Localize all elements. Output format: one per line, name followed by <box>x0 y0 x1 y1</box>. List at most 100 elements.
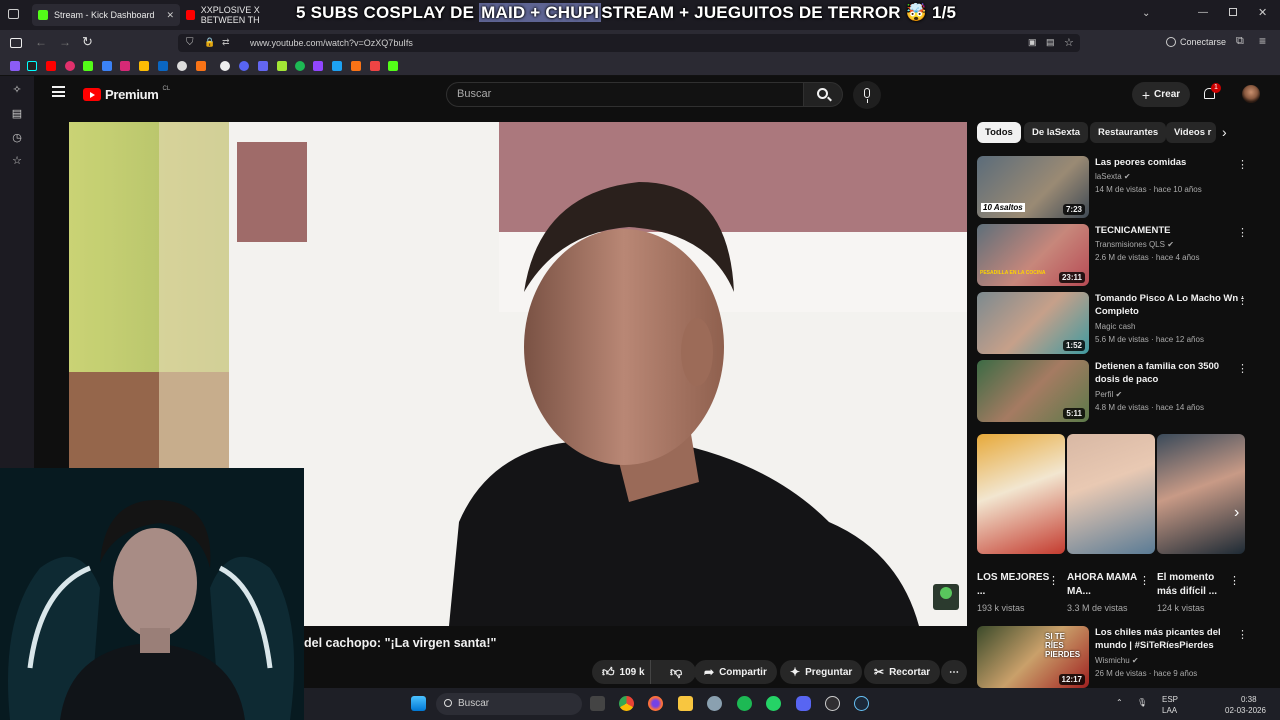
video-thumbnail[interactable]: SI TE RÍES PIERDES 12:17 <box>977 626 1089 688</box>
short-thumbnail[interactable] <box>1157 434 1245 554</box>
video-title[interactable]: Tomando Pisco A Lo Macho Wn - Completo <box>1095 293 1245 318</box>
tab-youtube[interactable]: XXPLOSIVE X BETWEEN TH <box>186 4 306 26</box>
notifications-button[interactable]: 1 <box>1202 83 1221 103</box>
discord-icon[interactable] <box>796 696 811 711</box>
bookmark-icon[interactable] <box>102 61 112 71</box>
recommended-video[interactable]: SI TE RÍES PIERDES 12:17 Los chiles más … <box>977 626 1267 688</box>
bookmark-icon[interactable] <box>332 61 342 71</box>
video-thumbnail[interactable]: 10 Asaltos 7:23 <box>977 156 1089 218</box>
kick-icon[interactable] <box>388 61 398 71</box>
recommended-video[interactable]: 1:52 Tomando Pisco A Lo Macho Wn - Compl… <box>977 292 1267 354</box>
firefox-icon[interactable] <box>648 696 663 711</box>
recommended-video[interactable]: 10 Asaltos 7:23 Las peores comidas laSex… <box>977 156 1267 218</box>
video-title[interactable]: Detienen a familia con 3500 dosis de pac… <box>1095 361 1245 386</box>
more-options-icon[interactable]: ⋮ <box>1048 574 1059 587</box>
tab-kick-dashboard[interactable]: Stream - Kick Dashboard ✕ <box>32 4 180 26</box>
clock-time[interactable]: 0:38 <box>1241 695 1257 704</box>
chip-restaurantes[interactable]: Restaurantes <box>1090 122 1167 143</box>
spotify-icon[interactable] <box>737 696 752 711</box>
sidebar-toggle-icon[interactable] <box>10 38 22 48</box>
app-icon[interactable] <box>707 696 722 711</box>
short-title[interactable]: El momento más difícil ... <box>1157 571 1237 599</box>
bookmark-icon[interactable] <box>239 61 249 71</box>
bookmark-icon[interactable] <box>351 61 361 71</box>
search-input[interactable]: Buscar <box>446 82 804 107</box>
video-title[interactable]: Los chiles más picantes del mundo | #SiT… <box>1095 627 1245 652</box>
ask-button[interactable]: ✦ Preguntar <box>780 660 863 684</box>
video-thumbnail[interactable]: 1:52 <box>977 292 1089 354</box>
more-actions-button[interactable]: ⋯ <box>941 660 967 684</box>
like-button[interactable]: 👍︎ 109 k <box>592 660 652 684</box>
maximize-icon[interactable] <box>1229 8 1237 16</box>
chevron-right-icon[interactable]: › <box>1222 124 1227 140</box>
bookmark-icon[interactable] <box>258 61 268 71</box>
instagram-icon[interactable] <box>120 61 130 71</box>
chip-todos[interactable]: Todos <box>977 122 1021 143</box>
create-button[interactable]: + Crear <box>1132 82 1190 107</box>
extensions-icon[interactable]: ⧉ <box>1236 35 1244 48</box>
bookmark-icon[interactable] <box>313 61 323 71</box>
kick-icon[interactable] <box>83 61 93 71</box>
url-field[interactable]: ⛉ 🔒 ⇄ www.youtube.com/watch?v=OzXQ7buIfs… <box>178 34 1080 52</box>
permissions-icon[interactable]: ⇄ <box>222 37 230 48</box>
bookmark-icon[interactable] <box>220 61 230 71</box>
video-thumbnail[interactable]: PESADILLA EN LA COCINA 23:11 <box>977 224 1089 286</box>
steam-icon[interactable] <box>854 696 869 711</box>
microphone-icon[interactable]: 🎙︎ <box>1137 698 1147 707</box>
ai-sparkle-icon[interactable]: ✧ <box>11 84 23 96</box>
chip-de-lasexta[interactable]: De laSexta <box>1024 122 1089 143</box>
obs-icon[interactable] <box>825 696 840 711</box>
short-thumbnail[interactable] <box>1067 434 1155 554</box>
video-title[interactable]: TECNICAMENTE <box>1095 225 1245 238</box>
more-options-icon[interactable]: ⋮ <box>1139 574 1150 587</box>
bookmark-icon[interactable] <box>10 61 20 71</box>
channel-name[interactable]: laSexta ✔ <box>1095 172 1131 181</box>
file-explorer-icon[interactable] <box>678 696 693 711</box>
task-view-icon[interactable] <box>590 696 605 711</box>
spotify-icon[interactable] <box>295 61 305 71</box>
channel-name[interactable]: Wismichu ✔ <box>1095 656 1139 665</box>
forward-icon[interactable]: → <box>59 35 71 49</box>
taskbar-search-input[interactable]: Buscar <box>436 693 582 715</box>
video-thumbnail[interactable]: 5:11 <box>977 360 1089 422</box>
clock-date[interactable]: 02-03-2026 <box>1225 706 1266 715</box>
whatsapp-icon[interactable] <box>766 696 781 711</box>
channel-name[interactable]: Magic cash <box>1095 322 1135 331</box>
reader-icon[interactable]: ▤ <box>1046 37 1055 48</box>
windows-start-icon[interactable] <box>411 696 426 711</box>
drive-icon[interactable] <box>139 61 149 71</box>
channel-name[interactable]: Transmisiones QLS ✔ <box>1095 240 1174 249</box>
more-options-icon[interactable]: ⋮ <box>1237 294 1248 307</box>
channel-name[interactable]: Perfil ✔ <box>1095 390 1122 399</box>
history-box-icon[interactable]: ▤ <box>11 108 23 120</box>
more-options-icon[interactable]: ⋮ <box>1237 158 1248 171</box>
minimize-icon[interactable]: — <box>1198 7 1208 18</box>
youtube-icon[interactable] <box>46 61 56 71</box>
youtube-premium-logo[interactable]: Premium CL <box>83 86 170 102</box>
bookmark-icon[interactable] <box>196 61 206 71</box>
clip-button[interactable]: ✂ Recortar <box>864 660 941 684</box>
share-button[interactable]: ➦ Compartir <box>694 660 777 684</box>
voice-search-button[interactable] <box>853 81 881 109</box>
more-options-icon[interactable]: ⋮ <box>1237 628 1248 641</box>
close-icon[interactable]: ✕ <box>166 10 174 21</box>
recommended-video[interactable]: PESADILLA EN LA COCINA 23:11 TECNICAMENT… <box>977 224 1267 286</box>
reload-icon[interactable]: ↻ <box>82 34 93 50</box>
menu-icon[interactable]: ≡ <box>1259 34 1266 48</box>
tiktok-icon[interactable] <box>27 61 37 71</box>
clock-icon[interactable]: ◷ <box>11 132 23 144</box>
more-options-icon[interactable]: ⋮ <box>1237 362 1248 375</box>
short-title[interactable]: LOS MEJORES ... <box>977 571 1057 599</box>
search-button[interactable] <box>803 82 843 107</box>
chrome-icon[interactable] <box>619 696 634 711</box>
shorts-next-chevron-icon[interactable]: › <box>1234 504 1239 522</box>
bookmark-icon[interactable] <box>277 61 287 71</box>
account-button[interactable]: Conectarse <box>1166 37 1226 47</box>
tab-list-chevron-icon[interactable]: ⌄ <box>1142 8 1150 19</box>
bookmark-icon[interactable] <box>370 61 380 71</box>
avatar[interactable] <box>1242 85 1260 103</box>
chip-videos[interactable]: Videos r <box>1166 122 1216 143</box>
bookmark-star-icon[interactable]: ☆ <box>1064 36 1074 49</box>
bookmark-icon[interactable] <box>65 61 75 71</box>
back-icon[interactable]: ← <box>35 35 47 49</box>
